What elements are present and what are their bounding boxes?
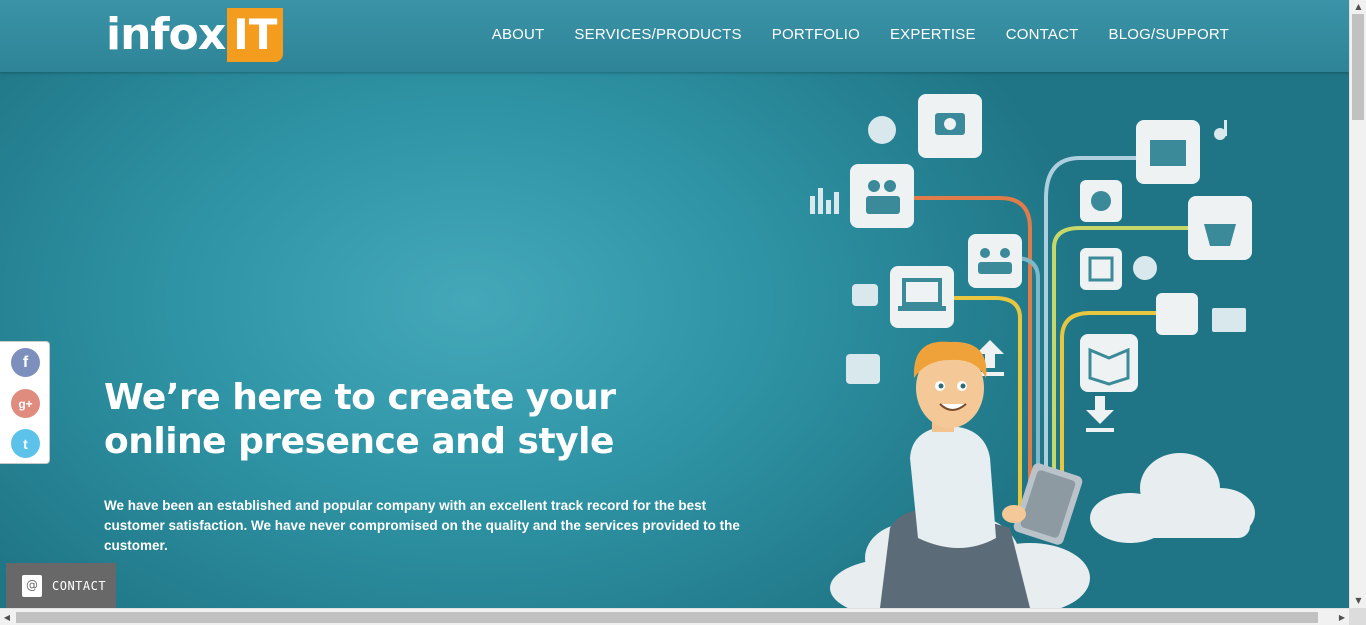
nav-about[interactable]: ABOUT	[492, 26, 545, 43]
facebook-icon[interactable]: f	[11, 348, 40, 377]
google-plus-glyph: g+	[18, 396, 33, 411]
infoxit-logo[interactable]: infox IT	[106, 8, 284, 62]
hero-illustration	[810, 94, 1255, 608]
scroll-right-arrow-icon[interactable]: ▶	[1335, 609, 1349, 625]
logo-text: infox	[106, 9, 226, 60]
contact-tab-button[interactable]: CONTACT	[6, 563, 116, 608]
horizontal-scroll-thumb[interactable]	[16, 612, 1318, 623]
cloud-right	[1090, 453, 1255, 543]
logo-highlight-box: IT	[227, 8, 284, 62]
vertical-scrollbar[interactable]: ▲ ▼	[1349, 0, 1366, 608]
social-share-panel: f g+ t	[0, 341, 50, 464]
hero-banner: We’re here to create your online presenc…	[0, 72, 1349, 608]
nav-services-products[interactable]: SERVICES/PRODUCTS	[574, 26, 741, 43]
scrollbar-corner	[1349, 608, 1366, 625]
nav-portfolio[interactable]: PORTFOLIO	[772, 26, 860, 43]
vertical-scroll-thumb[interactable]	[1352, 14, 1364, 120]
page-viewport: infox IT ABOUT SERVICES/PRODUCTS PORTFOL…	[0, 0, 1349, 608]
scroll-up-arrow-icon[interactable]: ▲	[1350, 0, 1366, 14]
nav-expertise[interactable]: EXPERTISE	[890, 26, 976, 43]
contact-book-icon	[22, 574, 42, 597]
scroll-down-arrow-icon[interactable]: ▼	[1350, 594, 1366, 608]
twitter-icon[interactable]: t	[11, 429, 40, 458]
contact-tab-label: CONTACT	[52, 578, 107, 593]
app-tiles-right	[1080, 120, 1252, 392]
twitter-glyph: t	[23, 435, 28, 452]
nav-blog-support[interactable]: BLOG/SUPPORT	[1109, 26, 1230, 43]
main-nav: ABOUT SERVICES/PRODUCTS PORTFOLIO EXPERT…	[462, 26, 1229, 43]
scroll-left-arrow-icon[interactable]: ◀	[0, 609, 14, 625]
site-header: infox IT ABOUT SERVICES/PRODUCTS PORTFOL…	[0, 0, 1349, 72]
nav-contact[interactable]: CONTACT	[1006, 26, 1079, 43]
hero-title: We’re here to create your online presenc…	[104, 377, 616, 462]
horizontal-scrollbar[interactable]: ◀ ▶	[0, 608, 1349, 625]
google-plus-icon[interactable]: g+	[11, 389, 40, 418]
facebook-glyph: f	[22, 353, 29, 371]
hero-subtitle: We have been an established and popular …	[104, 498, 740, 553]
logo-highlight-text: IT	[233, 10, 278, 59]
